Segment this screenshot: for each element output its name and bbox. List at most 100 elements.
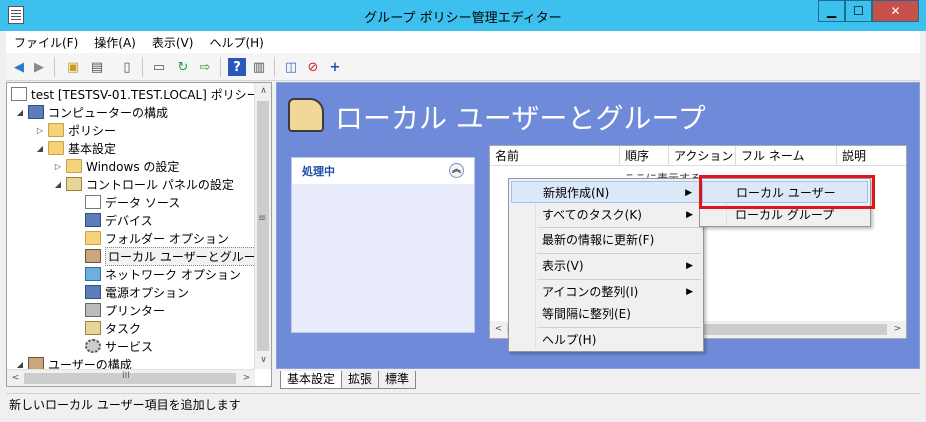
menu-separator [537, 253, 701, 254]
menu-item-new[interactable]: 新規作成(N) ▶ [511, 181, 701, 203]
export-icon[interactable]: ⇨ [196, 58, 214, 76]
help-icon[interactable]: ? [228, 58, 246, 76]
close-button[interactable]: ✕ [872, 0, 919, 22]
tree-item-tasks[interactable]: タスク [85, 319, 141, 337]
tree-item-label: フォルダー オプション [105, 231, 229, 246]
tree-item-data-sources[interactable]: データ ソース [85, 193, 180, 211]
scroll-left-icon[interactable]: < [490, 321, 507, 338]
maximize-button[interactable]: ☐ [845, 0, 872, 22]
column-header-fullname[interactable]: フル ネーム [736, 146, 837, 166]
scroll-right-icon[interactable]: > [238, 370, 255, 386]
tree-item-devices[interactable]: デバイス [85, 211, 153, 229]
new-window-icon[interactable]: ◫ [282, 58, 300, 76]
tree-item-windows-settings[interactable]: ▷ Windows の設定 [53, 157, 179, 175]
submenu-arrow-icon: ▶ [686, 261, 693, 271]
menu-item-label: すべてのタスク(K) [542, 208, 642, 222]
forward-arrow-icon[interactable]: ▶ [30, 58, 48, 76]
scroll-down-icon[interactable]: ∨ [255, 352, 271, 369]
menu-item-label: アイコンの整列(I) [542, 285, 639, 299]
toolbar: ◀ ▶ ▣ ▤ ▯ ▭ ↻ ⇨ ? ▥ ◫ ⊘ + [6, 53, 920, 81]
expand-arrow-icon[interactable]: ▷ [53, 162, 63, 171]
tab-extended[interactable]: 拡張 [341, 371, 380, 389]
title-bar: グループ ポリシー管理エディター ▁ ☐ ✕ [0, 0, 926, 31]
tree-item-local-users-groups[interactable]: ローカル ユーザーとグループ [85, 246, 255, 266]
tab-standard[interactable]: 標準 [378, 371, 417, 389]
tree-item-control-panel[interactable]: ◢ コントロール パネルの設定 [53, 175, 234, 193]
column-header-order[interactable]: 順序 [620, 146, 669, 166]
tab-preferences[interactable]: 基本設定 [280, 371, 343, 389]
show-hide-tree-icon[interactable]: ▤ [88, 58, 106, 76]
menu-help[interactable]: ヘルプ(H) [201, 34, 271, 51]
delete-icon[interactable]: ⊘ [304, 58, 322, 76]
menu-item-label: 等間隔に整列(E) [542, 307, 631, 321]
tree-item-policy-root[interactable]: test [TESTSV-01.TEST.LOCAL] ポリシー [11, 85, 255, 103]
tree-item-label: サービス [105, 339, 154, 354]
power-icon [85, 285, 101, 299]
scroll-right-icon[interactable]: > [889, 321, 906, 338]
list-header: 名前 順序 アクション フル ネーム 説明 [490, 146, 906, 166]
menu-bar: ファイル(F) 操作(A) 表示(V) ヘルプ(H) [6, 31, 920, 53]
status-bar: 新しいローカル ユーザー項目を追加します [6, 393, 920, 415]
tree-item-printers[interactable]: プリンター [85, 301, 165, 319]
scroll-grip-icon: ≡ [258, 213, 267, 224]
tree-item-computer-config[interactable]: ◢ コンピューターの構成 [15, 103, 168, 121]
submenu-arrow-icon: ▶ [685, 188, 692, 198]
tree-item-user-config[interactable]: ◢ ユーザーの構成 [15, 355, 132, 369]
add-icon[interactable]: + [326, 58, 344, 76]
data-source-icon [85, 195, 101, 209]
menu-item-arrange-icons[interactable]: アイコンの整列(I) ▶ [511, 281, 701, 303]
local-users-groups-icon [288, 98, 324, 132]
submenu-arrow-icon: ▶ [686, 287, 693, 297]
expand-arrow-icon[interactable]: ▷ [35, 126, 45, 135]
tree-item-label: プリンター [105, 303, 166, 318]
menu-item-view[interactable]: 表示(V) ▶ [511, 255, 701, 277]
toolbar-separator [220, 57, 221, 77]
action-pane-icon[interactable]: ▥ [250, 58, 268, 76]
column-header-description[interactable]: 説明 [837, 146, 906, 166]
navigation-tree-pane: test [TESTSV-01.TEST.LOCAL] ポリシー ◢ コンピュータ… [6, 82, 272, 387]
scroll-up-icon[interactable]: ∧ [255, 83, 271, 100]
collapse-arrow-icon[interactable]: ◢ [35, 144, 45, 153]
print-icon[interactable]: ▭ [150, 58, 168, 76]
tree-item-folder-options[interactable]: フォルダー オプション [85, 229, 229, 247]
view-tabs: 基本設定 拡張 標準 [276, 369, 920, 389]
collapse-chevron-icon[interactable]: ︽ [449, 163, 464, 178]
tree-item-power-options[interactable]: 電源オプション [85, 283, 189, 301]
tree-item-policies[interactable]: ▷ ポリシー [35, 121, 116, 139]
context-menu: 新規作成(N) ▶ すべてのタスク(K) ▶ 最新の情報に更新(F) 表示(V)… [508, 178, 704, 352]
tree-item-label: 電源オプション [105, 285, 190, 300]
menu-item-refresh[interactable]: 最新の情報に更新(F) [511, 229, 701, 251]
scroll-thumb[interactable]: III [24, 371, 236, 384]
window-title: グループ ポリシー管理エディター [364, 11, 562, 26]
minimize-button[interactable]: ▁ [818, 0, 845, 22]
menu-item-all-tasks[interactable]: すべてのタスク(K) ▶ [511, 204, 701, 226]
scroll-left-icon[interactable]: < [7, 370, 24, 386]
tree-item-label: test [TESTSV-01.TEST.LOCAL] ポリシー [31, 87, 255, 102]
column-header-action[interactable]: アクション [669, 146, 736, 166]
menu-file[interactable]: ファイル(F) [6, 34, 86, 51]
highlight-annotation-box [699, 175, 875, 209]
tree-item-preferences[interactable]: ◢ 基本設定 [35, 139, 116, 157]
menu-action[interactable]: 操作(A) [86, 34, 144, 51]
tree-item-label: コンピューターの構成 [48, 105, 169, 120]
tree-item-network-options[interactable]: ネットワーク オプション [85, 265, 241, 283]
scroll-thumb[interactable]: ≡ [257, 101, 269, 351]
users-groups-icon [85, 249, 101, 263]
menu-view[interactable]: 表示(V) [144, 34, 202, 51]
menu-item-line-up-icons[interactable]: 等間隔に整列(E) [511, 303, 701, 325]
tree-item-services[interactable]: サービス [85, 337, 153, 355]
menu-item-label: ヘルプ(H) [542, 333, 597, 347]
printer-icon [85, 303, 101, 317]
collapse-arrow-icon[interactable]: ◢ [15, 360, 25, 369]
refresh-icon[interactable]: ↻ [174, 58, 192, 76]
back-arrow-icon[interactable]: ◀ [10, 58, 28, 76]
tree-horizontal-scrollbar[interactable]: < III > [7, 369, 255, 386]
column-header-name[interactable]: 名前 [490, 146, 620, 166]
collapse-arrow-icon[interactable]: ◢ [53, 180, 63, 189]
tree-vertical-scrollbar[interactable]: ∧ ≡ ∨ [254, 83, 271, 369]
collapse-arrow-icon[interactable]: ◢ [15, 108, 25, 117]
menu-item-help[interactable]: ヘルプ(H) [511, 329, 701, 351]
up-folder-icon[interactable]: ▣ [64, 58, 82, 76]
tasks-panel: 処理中 ︽ [291, 157, 475, 333]
clipboard-icon[interactable]: ▯ [118, 58, 136, 76]
